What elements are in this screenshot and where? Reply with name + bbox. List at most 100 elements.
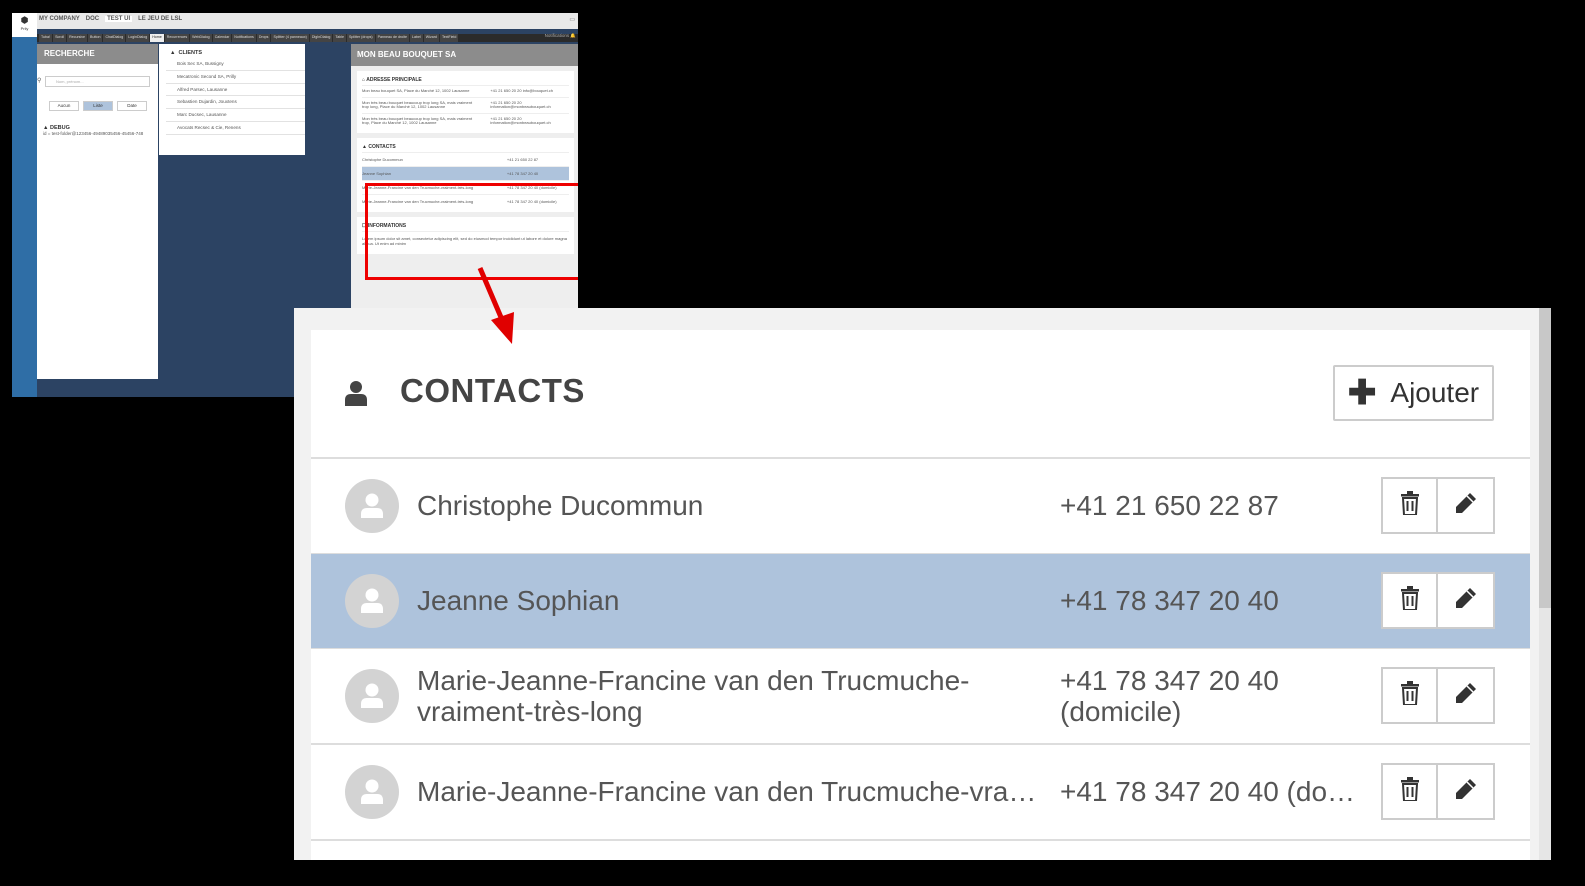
contacts-title: CONTACTS (400, 372, 585, 409)
trash-icon (1400, 777, 1420, 806)
tab-item[interactable]: Wizard (423, 34, 439, 42)
client-item[interactable]: Avocats Recsec & Cie, Renens (166, 122, 305, 135)
address-contact: +41 21 650 20 20 information@monbeaubouq… (490, 99, 551, 110)
client-item[interactable]: Alfred Parsec, Lausanne (166, 84, 305, 97)
tab-item[interactable]: Recurrences (164, 34, 190, 42)
edit-contact-button[interactable] (1438, 572, 1495, 629)
tab-item[interactable]: DlgInDialog (309, 34, 333, 42)
toggle-list[interactable]: Liste (83, 101, 113, 111)
delete-contact-button[interactable] (1381, 572, 1438, 629)
tab-item[interactable]: Tuba! (39, 34, 53, 42)
address-row[interactable]: Mon très beau bouquet beaucoup trop long… (362, 112, 569, 129)
address-row[interactable]: Mon très beau bouquet beaucoup trop long… (362, 96, 569, 113)
edit-contact-button[interactable] (1438, 477, 1495, 534)
contacts-header: CONTACTS ✚ Ajouter (311, 330, 1530, 459)
tab-item[interactable]: TextField (439, 34, 459, 42)
tab-item[interactable]: WebDialog (190, 34, 212, 42)
delete-contact-button[interactable] (1381, 477, 1438, 534)
client-item[interactable]: Mecatronic Second SA, Prilly (166, 71, 305, 84)
contact-name: Jeanne Sophian (417, 585, 620, 616)
mini-contact-name: Christophe Ducommun (362, 156, 403, 162)
address-title: ⌂ ADRESSE PRINCIPALE (362, 77, 422, 83)
address-row[interactable]: Mon beau bouquet SA, Place du Marché 12,… (362, 85, 569, 97)
contact-phone: +41 78 347 20 40 (1060, 585, 1279, 616)
tab-item[interactable]: Scroll (53, 34, 67, 42)
top-navigation: MY COMPANY DOC TEST UI LE JEU DE LSL (39, 16, 182, 22)
mini-contact-row[interactable]: Christophe Ducommun +41 21 650 22 87 (362, 151, 569, 166)
avatar-placeholder-icon (345, 574, 399, 628)
tab-item[interactable]: Splitter (drops) (347, 34, 375, 42)
notifications-link[interactable]: Notifications 🔔 (545, 33, 576, 39)
contact-phone: +41 21 650 22 87 (1060, 490, 1279, 521)
avatar-placeholder-icon (345, 765, 399, 819)
plus-icon: ✚ (1347, 374, 1377, 412)
tab-item[interactable]: Home (150, 34, 164, 42)
tab-item[interactable]: LoginDialog (126, 34, 150, 42)
nav-doc[interactable]: DOC (86, 16, 99, 22)
address-text: Mon très beau bouquet beaucoup trop long… (362, 99, 473, 110)
search-input[interactable]: Nom, prénom... (37, 76, 150, 87)
add-contact-label: Ajouter (1390, 377, 1480, 408)
address-contact: +41 21 650 20 20 info@bouquet.ch (490, 88, 554, 93)
nav-test-ui[interactable]: TEST UI (105, 16, 133, 22)
tab-item[interactable]: Label (409, 34, 423, 42)
search-panel-title: RECHERCHE (37, 44, 158, 64)
tab-bar: Tuba! Scroll Recursive Button ChatDialog Logi… (37, 34, 578, 42)
clients-title: ▲ CLIENTS (170, 50, 203, 56)
delete-contact-button[interactable] (1381, 667, 1438, 724)
debug-section: ▲ DEBUG id = test-folder@123456-49489035… (43, 125, 152, 136)
tab-item[interactable]: Notifications (232, 34, 256, 42)
contact-name: Marie-Jeanne-Francine van den Trucmuche-… (417, 776, 1037, 807)
avatar-placeholder-icon (345, 669, 399, 723)
nav-my-company[interactable]: MY COMPANY (39, 16, 80, 22)
tab-item[interactable]: Table (333, 34, 346, 42)
row-actions (1381, 667, 1495, 724)
scrollbar[interactable] (1539, 308, 1551, 860)
address-text: Mon beau bouquet SA, Place du Marché 12,… (362, 88, 470, 93)
tab-item[interactable]: Drops (256, 34, 271, 42)
debug-text: id = test-folder@123456-49489035456-4545… (43, 131, 144, 136)
tab-item[interactable]: Recursive (67, 34, 88, 42)
contact-name: Christophe Ducommun (417, 490, 704, 521)
scrollbar-thumb[interactable] (1539, 308, 1551, 608)
contacts-zoom-panel: CONTACTS ✚ Ajouter Christophe Ducommun +4… (294, 308, 1551, 860)
window-icon[interactable]: ▭ (569, 16, 575, 23)
trash-icon (1400, 491, 1420, 520)
contact-row[interactable]: Jeanne Sophian +41 78 347 20 40 (311, 554, 1530, 650)
client-item[interactable]: Sebastien Dujardin, Jouxtens (166, 96, 305, 110)
edit-contact-button[interactable] (1438, 667, 1495, 724)
search-panel: RECHERCHE Nom, prénom... Aucun Liste Dat… (37, 44, 158, 379)
mini-contact-row[interactable]: Jeanne Sophian +41 78 347 20 40 (362, 165, 569, 180)
tab-item[interactable]: Calendar (212, 34, 232, 42)
contact-row[interactable]: Marie-Jeanne-Francine van den Trucmuche-… (311, 649, 1530, 745)
tab-item[interactable]: Splitter (4 panneaux) (271, 34, 309, 42)
app-logo[interactable]: ⬢ Prily (12, 13, 37, 37)
trash-icon (1400, 681, 1420, 710)
client-item[interactable]: Marc Ducsec, Lausanne (166, 109, 305, 122)
left-sidebar (12, 37, 37, 397)
pencil-icon (1454, 777, 1478, 806)
toggle-none[interactable]: Aucun (49, 101, 79, 111)
tab-item[interactable]: Panneau de droite (375, 34, 409, 42)
contact-row[interactable]: Christophe Ducommun +41 21 650 22 87 (311, 459, 1530, 555)
pencil-icon (1454, 491, 1478, 520)
contact-phone: +41 78 347 20 40 (domicile) (1060, 776, 1365, 807)
delete-contact-button[interactable] (1381, 763, 1438, 820)
contact-row[interactable]: Marie-Jeanne-Francine van den Trucmuche-… (311, 745, 1530, 841)
row-actions (1381, 763, 1495, 820)
client-item[interactable]: Bois Sec SA, Bussigny (166, 58, 305, 71)
row-actions (1381, 572, 1495, 629)
tab-item[interactable]: Button (88, 34, 103, 42)
nav-le-jeu-de-lsl[interactable]: LE JEU DE LSL (138, 16, 182, 22)
add-contact-button[interactable]: ✚ Ajouter (1333, 365, 1494, 421)
clients-panel: ▲ CLIENTS Bois Sec SA, Bussigny Mecatroni… (159, 44, 305, 155)
avatar-placeholder-icon (345, 479, 399, 533)
trash-icon (1400, 586, 1420, 615)
address-contact: +41 21 650 20 20 information@monbeaubouq… (490, 115, 551, 126)
contacts-card: CONTACTS ✚ Ajouter Christophe Ducommun +4… (311, 330, 1530, 860)
tab-item[interactable]: ChatDialog (103, 34, 126, 42)
toggle-date[interactable]: Date (117, 101, 147, 111)
contact-phone: +41 78 347 20 40 (domicile) (1060, 665, 1279, 727)
edit-contact-button[interactable] (1438, 763, 1495, 820)
pencil-icon (1454, 586, 1478, 615)
